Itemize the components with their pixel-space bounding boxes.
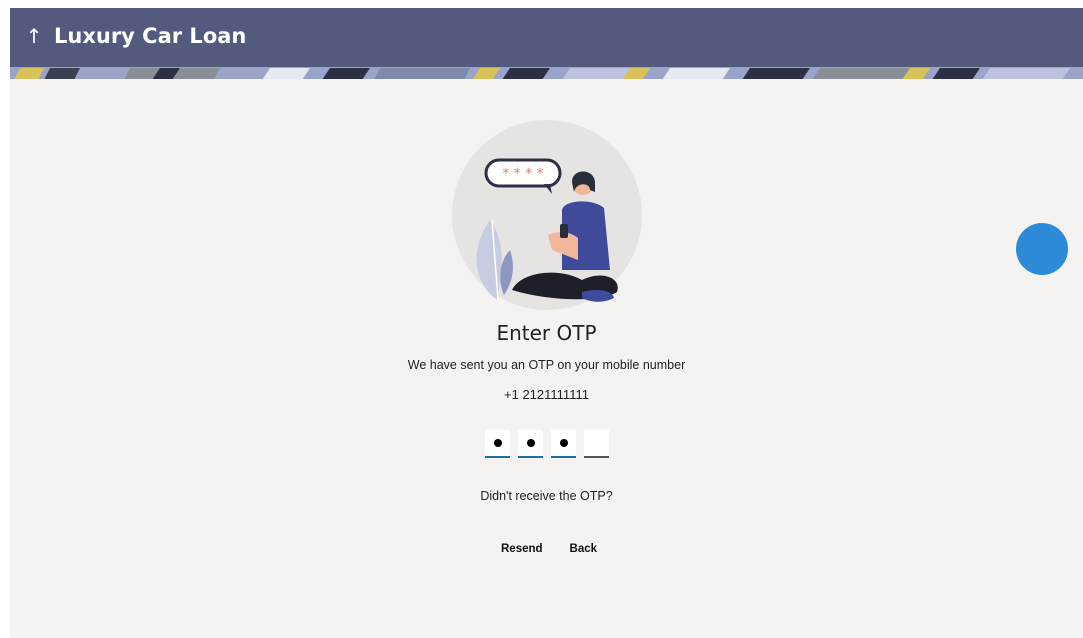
decorative-banner — [10, 67, 1083, 79]
back-button[interactable]: Back — [570, 543, 598, 555]
otp-digit-2[interactable] — [518, 430, 543, 458]
otp-phone-number: +1 2121111111 — [504, 387, 589, 402]
otp-input-group — [485, 430, 609, 458]
masked-dot — [526, 439, 535, 447]
otp-actions: Resend Back — [501, 543, 597, 555]
page-header: ↑ Luxury Car Loan — [10, 8, 1083, 76]
bubble-text: * * * * — [502, 166, 543, 182]
app-frame: ↑ Luxury Car Loan * * * * Enter OTP We h… — [10, 8, 1083, 638]
page-title: Luxury Car Loan — [54, 24, 247, 48]
otp-digit-3[interactable] — [551, 430, 576, 458]
otp-illustration: * * * * — [452, 120, 642, 310]
floating-action-button[interactable] — [1016, 223, 1068, 275]
otp-digit-1[interactable] — [485, 430, 510, 458]
masked-dot — [559, 439, 568, 447]
otp-digit-4[interactable] — [584, 430, 609, 458]
otp-subtitle: We have sent you an OTP on your mobile n… — [407, 358, 686, 372]
resend-question: Didn't receive the OTP? — [480, 489, 613, 503]
otp-title: Enter OTP — [496, 321, 597, 345]
masked-dot — [493, 439, 502, 447]
back-arrow-icon[interactable]: ↑ — [24, 22, 44, 50]
resend-button[interactable]: Resend — [501, 543, 543, 555]
title-row: ↑ Luxury Car Loan — [24, 22, 247, 50]
